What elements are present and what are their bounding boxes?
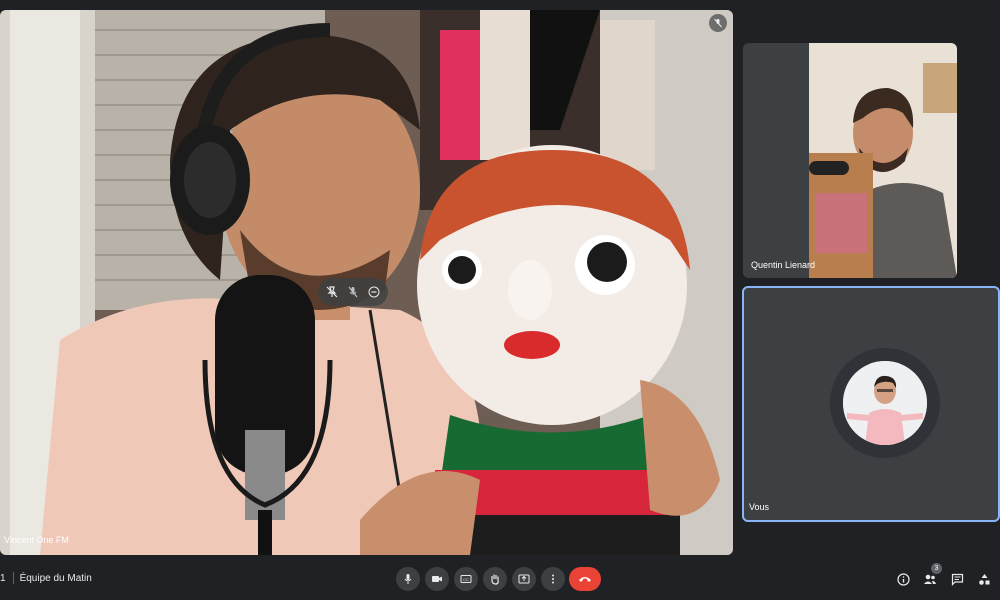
pin-icon	[326, 286, 338, 298]
activities-button[interactable]	[974, 569, 994, 589]
mic-off-icon	[348, 286, 358, 298]
mic-off-icon	[714, 18, 722, 28]
chat-icon	[951, 573, 963, 586]
present-icon	[518, 574, 530, 584]
meeting-info: 1 Équipe du Matin	[0, 572, 92, 584]
avatar-image	[843, 361, 927, 445]
remove-participant-button[interactable]	[365, 283, 383, 301]
present-button[interactable]	[512, 567, 536, 591]
divider	[12, 572, 14, 584]
participant-hover-controls	[318, 278, 388, 306]
svg-text:CC: CC	[463, 577, 469, 582]
meeting-details-button[interactable]	[893, 569, 913, 589]
people-count-badge: 3	[931, 563, 942, 574]
self-name: Vous	[749, 502, 770, 512]
meeting-control-bar: 1 Équipe du Matin CC 3	[0, 560, 1000, 600]
captions-button[interactable]: CC	[454, 567, 478, 591]
mic-icon	[404, 574, 412, 584]
self-avatar-ring	[830, 348, 940, 458]
avatar	[843, 361, 927, 445]
participant-tile-quentin[interactable]: Quentin Lienard	[743, 43, 957, 278]
main-mic-indicator	[709, 14, 727, 32]
participant-video-feed	[743, 43, 957, 278]
self-tile[interactable]: Vous	[742, 286, 1000, 522]
raise-hand-button[interactable]	[483, 567, 507, 591]
mic-button[interactable]	[396, 567, 420, 591]
chat-button[interactable]	[947, 569, 967, 589]
camera-button[interactable]	[425, 567, 449, 591]
info-icon	[896, 572, 910, 586]
meeting-name: Équipe du Matin	[19, 572, 92, 584]
captions-icon: CC	[460, 575, 472, 583]
participant-name-quentin: Quentin Lienard	[751, 260, 816, 270]
pin-button[interactable]	[323, 283, 341, 301]
main-participant-name: Vincent One FM	[4, 535, 69, 545]
end-call-button[interactable]	[569, 567, 601, 591]
people-button[interactable]: 3	[920, 563, 942, 589]
mute-participant-button[interactable]	[344, 283, 362, 301]
raise-hand-icon	[491, 574, 499, 585]
camera-icon	[432, 576, 442, 582]
people-icon	[924, 574, 936, 584]
remove-circle-icon	[368, 286, 380, 298]
more-options-button[interactable]	[541, 567, 565, 591]
meeting-time: 1	[0, 572, 6, 584]
end-call-icon	[579, 577, 591, 582]
main-video-tile[interactable]: Vincent One FM	[0, 10, 733, 555]
more-options-icon	[552, 574, 554, 584]
activities-icon	[978, 573, 989, 585]
